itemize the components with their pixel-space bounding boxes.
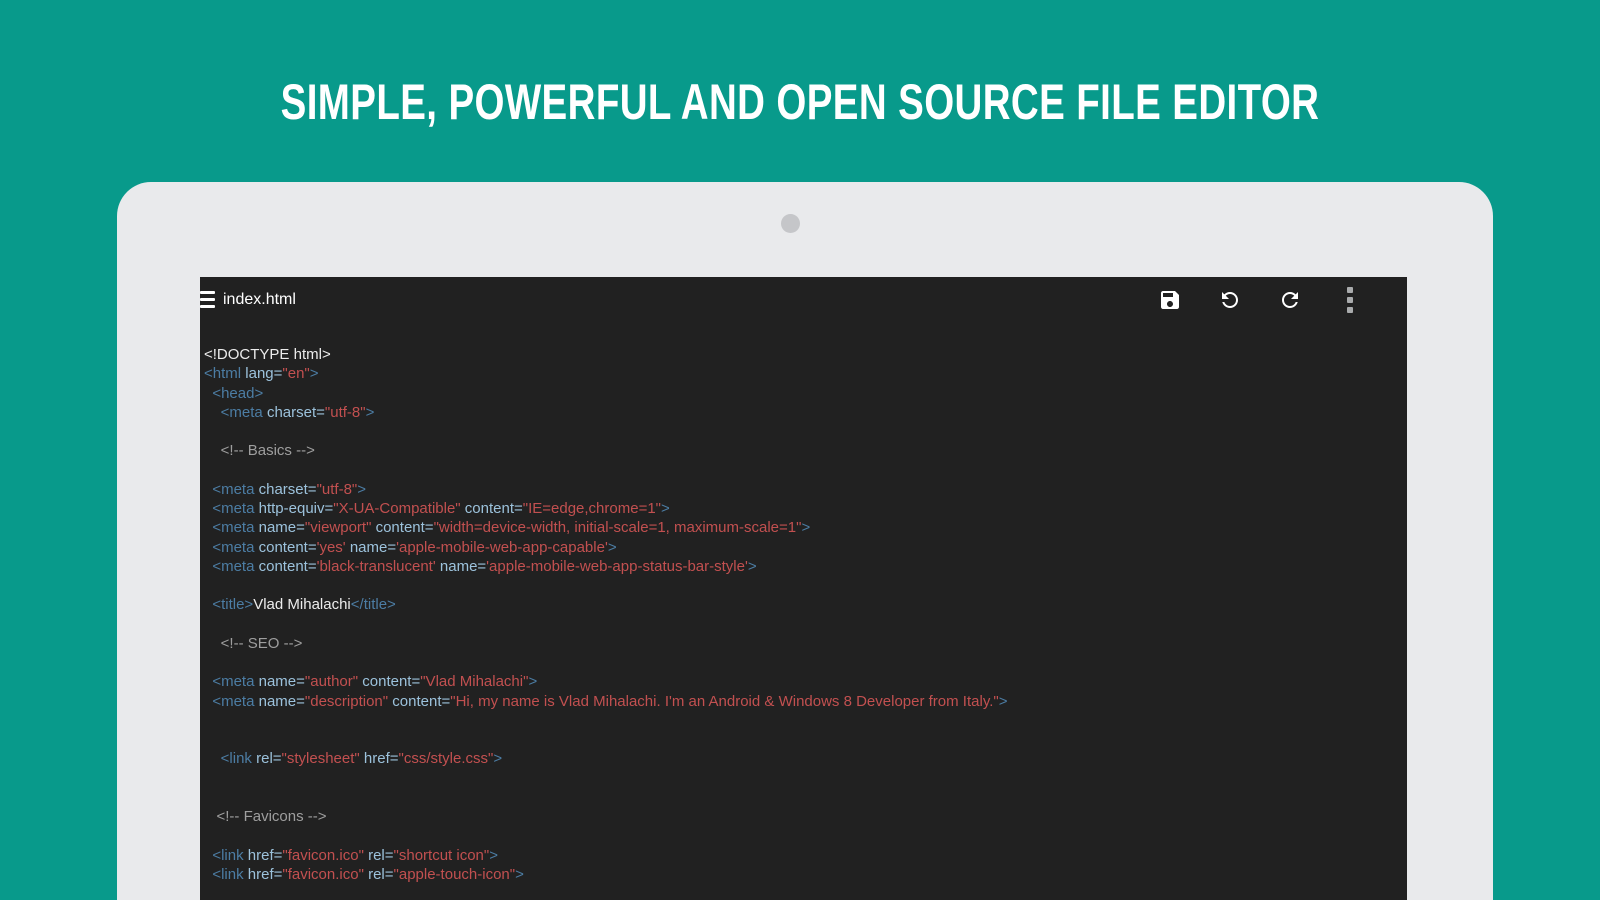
code-line: <title>Vlad Mihalachi</title> xyxy=(204,595,1407,614)
code-line: <meta name="author" content="Vlad Mihala… xyxy=(204,672,1407,691)
open-file-name: index.html xyxy=(223,291,296,309)
code-line xyxy=(204,653,1407,672)
save-icon xyxy=(1158,288,1182,312)
code-line xyxy=(204,711,1407,730)
code-line xyxy=(204,422,1407,441)
overflow-menu-icon xyxy=(1347,287,1353,313)
undo-icon xyxy=(1218,288,1242,312)
code-line xyxy=(204,788,1407,807)
code-line: <head> xyxy=(204,384,1407,403)
code-line xyxy=(204,615,1407,634)
code-line xyxy=(204,826,1407,845)
code-line: <meta name="viewport" content="width=dev… xyxy=(204,518,1407,537)
code-line: <link href="favicon.ico" rel="shortcut i… xyxy=(204,846,1407,865)
promo-screenshot: { "page": { "headline": "SIMPLE, POWERFU… xyxy=(0,0,1600,900)
code-line xyxy=(204,769,1407,788)
menu-icon[interactable] xyxy=(200,291,215,308)
code-line: <meta name="description" content="Hi, my… xyxy=(204,692,1407,711)
code-editor-text[interactable]: <!DOCTYPE html><html lang="en"> <head> <… xyxy=(204,345,1407,900)
code-line: <link rel="stylesheet" href="css/style.c… xyxy=(204,749,1407,768)
code-line: <!-- SEO --> xyxy=(204,634,1407,653)
code-line: <meta charset="utf-8"> xyxy=(204,480,1407,499)
undo-button[interactable] xyxy=(1218,288,1242,312)
page-title: SIMPLE, POWERFUL AND OPEN SOURCE FILE ED… xyxy=(184,73,1416,131)
code-line: <meta content='yes' name='apple-mobile-w… xyxy=(204,538,1407,557)
code-line xyxy=(204,576,1407,595)
code-line xyxy=(204,730,1407,749)
redo-button[interactable] xyxy=(1278,288,1302,312)
tablet-camera-dot xyxy=(781,214,800,233)
code-line xyxy=(204,461,1407,480)
editor-toolbar: index.html xyxy=(200,277,1407,322)
code-line: <!DOCTYPE html> xyxy=(204,345,1407,364)
code-line: <!-- Basics --> xyxy=(204,441,1407,460)
overflow-menu-button[interactable] xyxy=(1338,288,1362,312)
code-line: <meta content='black-translucent' name='… xyxy=(204,557,1407,576)
text-editor-app: index.html <!DOCTYPE html><html lang="en… xyxy=(200,277,1407,900)
save-button[interactable] xyxy=(1158,288,1182,312)
code-line: <!-- Favicons --> xyxy=(204,807,1407,826)
code-line: <meta http-equiv="X-UA-Compatible" conte… xyxy=(204,499,1407,518)
redo-icon xyxy=(1278,288,1302,312)
code-line: <html lang="en"> xyxy=(204,364,1407,383)
code-line: <meta charset="utf-8"> xyxy=(204,403,1407,422)
code-line: <link href="favicon.ico" rel="apple-touc… xyxy=(204,865,1407,884)
